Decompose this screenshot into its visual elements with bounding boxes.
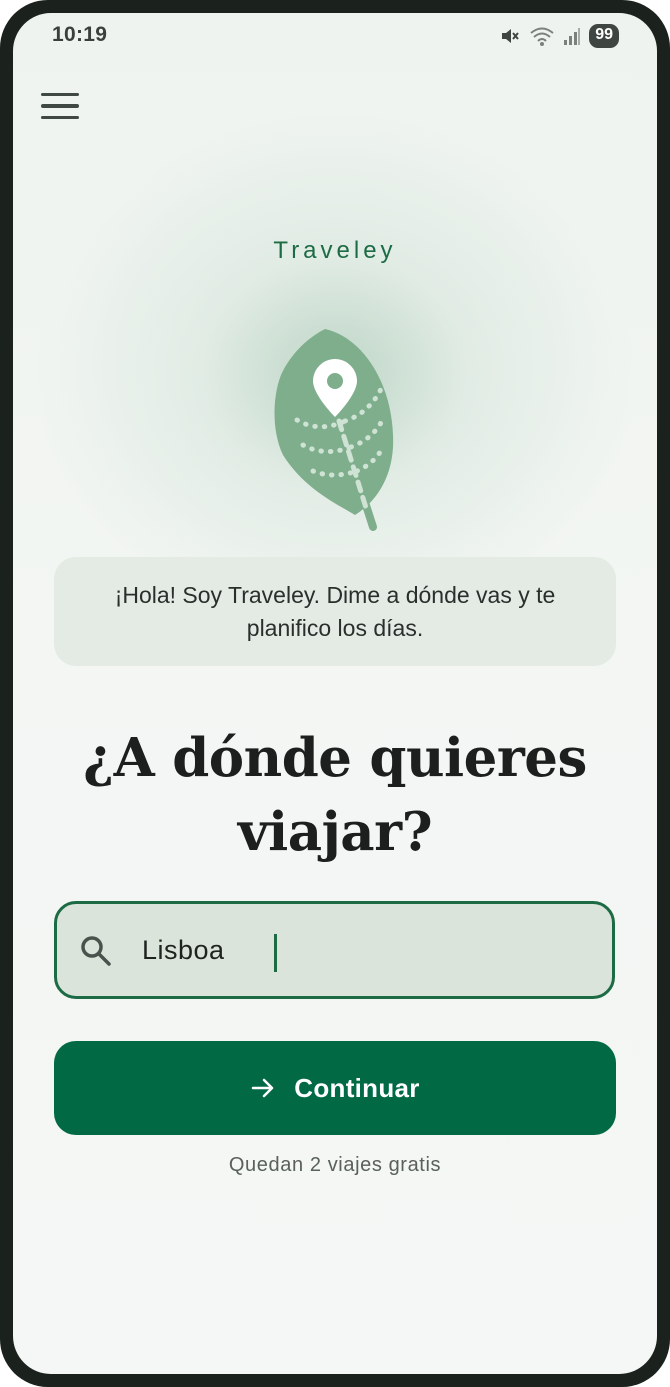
menu-line: [41, 104, 79, 108]
page-title: ¿A dónde quieres viajar?: [83, 727, 587, 863]
wifi-icon: [530, 27, 554, 46]
destination-input[interactable]: [142, 920, 582, 980]
menu-line: [41, 92, 79, 97]
status-bar: 10:19 99: [13, 13, 657, 59]
status-icons: 99: [499, 24, 619, 48]
status-time: 10:19: [52, 23, 108, 46]
battery-indicator: 99: [589, 24, 619, 48]
app-screen: 10:19 99 Traveley ¡Hola! Soy Traveley. D…: [13, 13, 657, 1374]
destination-search-field[interactable]: [54, 901, 615, 999]
greeting-bubble: ¡Hola! Soy Traveley. Dime a dónde vas y …: [54, 557, 616, 666]
text-cursor: [274, 934, 277, 972]
arrow-right-icon: [252, 1078, 274, 1098]
trips-remaining-text: Quedan 2 viajes gratis: [228, 1154, 442, 1176]
menu-line: [41, 115, 79, 120]
greeting-text: ¡Hola! Soy Traveley. Dime a dónde vas y …: [114, 581, 556, 641]
hamburger-menu-icon[interactable]: [41, 85, 83, 127]
leaf-location-pin-icon: [274, 329, 394, 531]
search-icon: [81, 936, 111, 966]
mute-icon: [502, 29, 519, 43]
continue-button[interactable]: Continuar: [54, 1041, 616, 1135]
continue-label: Continuar: [294, 1072, 420, 1103]
signal-icon: [564, 28, 581, 45]
brand-name: Traveley: [273, 237, 397, 264]
phone-frame: 10:19 99 Traveley ¡Hola! Soy Traveley. D…: [0, 0, 670, 1387]
